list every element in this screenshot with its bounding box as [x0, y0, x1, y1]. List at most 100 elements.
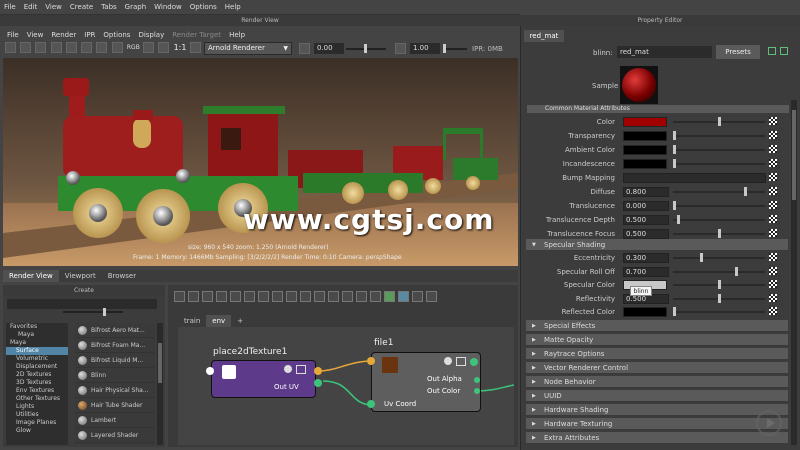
shader-item[interactable]: Blinn: [75, 368, 155, 383]
exposure-slider[interactable]: [346, 44, 386, 53]
section-node-behavior[interactable]: Node Behavior: [526, 376, 788, 388]
frame-selected-icon[interactable]: [244, 291, 255, 302]
uv-coord-port[interactable]: [367, 400, 375, 408]
map-button-icon[interactable]: [769, 215, 777, 223]
tree-other-textures[interactable]: Other Textures: [6, 395, 68, 403]
presets-button[interactable]: Presets: [716, 45, 760, 59]
color-swatch[interactable]: [623, 131, 667, 141]
connected-mode-icon[interactable]: [314, 291, 325, 302]
menu-file[interactable]: File: [0, 0, 20, 11]
slider-knob[interactable]: [673, 307, 676, 316]
clear-graph-icon[interactable]: [216, 291, 227, 302]
section-extra-attributes[interactable]: Extra Attributes: [526, 432, 788, 444]
menu-edit[interactable]: Edit: [20, 0, 42, 11]
color-swatch[interactable]: [623, 307, 667, 317]
rv-menu-view[interactable]: View: [23, 28, 48, 39]
color-swatch[interactable]: [623, 117, 667, 127]
tab-train[interactable]: train: [178, 315, 206, 327]
exposure-field[interactable]: 0.00: [314, 43, 344, 54]
grid-icon[interactable]: [384, 291, 395, 302]
graph-up-icon[interactable]: [174, 291, 185, 302]
rv-menu-options[interactable]: Options: [99, 28, 134, 39]
map-button-icon[interactable]: [769, 173, 777, 181]
tree-surface[interactable]: Surface: [6, 347, 68, 355]
map-button-icon[interactable]: [769, 229, 777, 237]
attr-slider[interactable]: [673, 117, 765, 126]
slider-knob[interactable]: [735, 266, 738, 276]
slider-knob[interactable]: [718, 280, 721, 289]
slider-knob[interactable]: [718, 117, 721, 126]
real-size-ratio[interactable]: 1:1: [174, 43, 188, 52]
focus-icon[interactable]: [768, 47, 776, 55]
remove-image-icon[interactable]: [111, 42, 123, 53]
tree-lights[interactable]: Lights: [6, 403, 68, 411]
map-button-icon[interactable]: [769, 131, 777, 139]
ipr-icon[interactable]: [20, 42, 32, 53]
slider-knob[interactable]: [673, 131, 676, 140]
map-button-icon[interactable]: [769, 307, 777, 315]
attr-slider[interactable]: [673, 253, 765, 262]
node1-output-port[interactable]: [314, 367, 322, 375]
full-mode-icon[interactable]: [328, 291, 339, 302]
place2dtexture-node[interactable]: Out UV: [211, 360, 316, 398]
gamma-field[interactable]: 1.00: [410, 43, 440, 54]
layout-icon[interactable]: [258, 291, 269, 302]
rv-menu-file[interactable]: File: [3, 28, 23, 39]
region-icon[interactable]: [50, 42, 62, 53]
attr-slider[interactable]: [673, 280, 765, 289]
rv-menu-render[interactable]: Render: [47, 28, 80, 39]
attr-slider[interactable]: [673, 293, 765, 303]
show-icon[interactable]: [780, 47, 788, 55]
value-field[interactable]: 0.500: [623, 215, 669, 225]
color-swatch[interactable]: [623, 145, 667, 155]
tree-3d-textures[interactable]: 3D Textures: [6, 379, 68, 387]
map-button-icon[interactable]: [769, 201, 777, 209]
renderer-dropdown[interactable]: Arnold Renderer ▼: [204, 42, 292, 55]
rv-menu-ipr[interactable]: IPR: [80, 28, 99, 39]
shader-item[interactable]: Layered Shader: [75, 428, 155, 443]
graph-both-icon[interactable]: [202, 291, 213, 302]
swatch-icon[interactable]: [370, 291, 381, 302]
luminance-icon[interactable]: [158, 42, 170, 53]
tree-2d-textures[interactable]: 2D Textures: [6, 371, 68, 379]
attr-slider[interactable]: [673, 145, 765, 154]
property-scrollbar[interactable]: [791, 100, 797, 445]
node1-input-port[interactable]: [206, 367, 214, 375]
search-icon[interactable]: [342, 291, 353, 302]
create-size-slider[interactable]: [63, 308, 123, 316]
attr-slider[interactable]: [673, 131, 765, 140]
shader-list-scrollbar[interactable]: [157, 323, 163, 445]
keep-image-icon[interactable]: [96, 42, 108, 53]
tree-favorites[interactable]: Favorites: [6, 323, 68, 331]
value-field[interactable]: 0.300: [623, 253, 669, 263]
value-field[interactable]: 0.000: [623, 201, 669, 211]
value-field[interactable]: 0.800: [623, 187, 669, 197]
map-button-icon[interactable]: [769, 187, 777, 195]
gamma-slider[interactable]: [443, 44, 467, 53]
tree-displacement[interactable]: Displacement: [6, 363, 68, 371]
menu-tabs[interactable]: Tabs: [97, 0, 121, 11]
rv-menu-help[interactable]: Help: [225, 28, 249, 39]
tree-image-planes[interactable]: Image Planes: [6, 419, 68, 427]
shader-item[interactable]: Bifrost Foam Ma...: [75, 338, 155, 353]
alpha-icon[interactable]: [143, 42, 155, 53]
menu-create[interactable]: Create: [66, 0, 97, 11]
slider-knob[interactable]: [677, 215, 680, 224]
slider-knob[interactable]: [673, 201, 676, 210]
attr-slider[interactable]: [673, 159, 765, 168]
section-vector-renderer-control[interactable]: Vector Renderer Control: [526, 362, 788, 374]
frame-icon[interactable]: [189, 42, 201, 53]
node1-outuv-port[interactable]: [314, 379, 322, 387]
shader-item[interactable]: Bifrost Aero Mat...: [75, 323, 155, 338]
material-name-field[interactable]: red_mat: [617, 46, 712, 58]
settings-icon[interactable]: [426, 291, 437, 302]
attr-slider[interactable]: [673, 187, 765, 196]
snapshot-icon[interactable]: [65, 42, 77, 53]
menu-window[interactable]: Window: [150, 0, 186, 11]
tree-maya[interactable]: Maya: [6, 339, 68, 347]
tree-env-textures[interactable]: Env Textures: [6, 387, 68, 395]
tab-env[interactable]: env: [206, 315, 232, 327]
save-icon[interactable]: [81, 42, 93, 53]
slider-knob[interactable]: [673, 159, 676, 168]
menu-view[interactable]: View: [41, 0, 66, 11]
